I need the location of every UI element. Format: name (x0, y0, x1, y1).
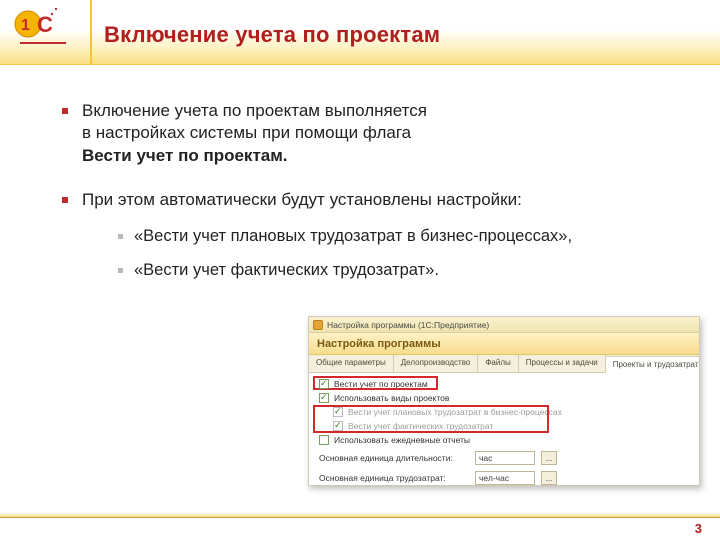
panel-heading: Настройка программы (309, 333, 699, 355)
svg-text:1: 1 (21, 17, 30, 34)
checkbox-label: Вести учет по проектам (334, 379, 428, 389)
field-label: Основная единица длительности: (319, 453, 469, 463)
checkbox-daily-reports[interactable]: Использовать ежедневные отчеты (319, 435, 691, 445)
checkbox-label: Использовать ежедневные отчеты (334, 435, 470, 445)
bullet-1-line-2: в настройках системы при помощи флага (82, 123, 411, 142)
app-icon (313, 320, 323, 330)
field-labor-unit: Основная единица трудозатрат: чел-час ..… (319, 471, 691, 485)
settings-panel: Вести учет по проектам Использовать виды… (309, 373, 699, 486)
labor-picker-button[interactable]: ... (541, 471, 557, 485)
window-titlebar: Настройка программы (1С:Предприятие) (309, 317, 699, 333)
tab-files[interactable]: Файлы (478, 355, 518, 372)
header-rule (0, 64, 720, 65)
tab-processes[interactable]: Процессы и задачи (519, 355, 606, 372)
checkbox-icon (319, 435, 329, 445)
subbullet-2: «Вести учет фактических трудозатрат». (82, 260, 690, 282)
tab-general[interactable]: Общие параметры (309, 355, 394, 372)
checkbox-track-projects[interactable]: Вести учет по проектам (319, 379, 691, 389)
logo-1c: 1 C (14, 6, 74, 56)
duration-picker-button[interactable]: ... (541, 451, 557, 465)
tab-projects[interactable]: Проекты и трудозатраты (606, 356, 700, 373)
slide: 1 C Включение учета по проектам Включени… (0, 0, 720, 540)
settings-screenshot: Настройка программы (1С:Предприятие) Нас… (308, 316, 700, 486)
checkbox-label: Вести учет плановых трудозатрат в бизнес… (348, 407, 562, 417)
checkbox-icon (333, 421, 343, 431)
slide-body: Включение учета по проектам выполняется … (54, 100, 690, 303)
checkbox-project-types[interactable]: Использовать виды проектов (319, 393, 691, 403)
bullet-1-bold: Вести учет по проектам. (82, 146, 288, 165)
page-number: 3 (695, 521, 702, 536)
checkbox-label: Использовать виды проектов (334, 393, 449, 403)
checkbox-planned-labor[interactable]: Вести учет плановых трудозатрат в бизнес… (333, 407, 691, 417)
checkbox-label: Вести учет фактических трудозатрат (348, 421, 493, 431)
checkbox-icon (319, 379, 329, 389)
slide-title: Включение учета по проектам (104, 22, 440, 48)
field-label: Основная единица трудозатрат: (319, 473, 469, 483)
svg-text:C: C (37, 12, 53, 37)
footer-band (0, 512, 720, 518)
bullet-1: Включение учета по проектам выполняется … (54, 100, 690, 167)
checkbox-icon (333, 407, 343, 417)
duration-input[interactable]: час (475, 451, 535, 465)
bullet-2: При этом автоматически будут установлены… (54, 189, 690, 281)
checkbox-actual-labor[interactable]: Вести учет фактических трудозатрат (333, 421, 691, 431)
subbullet-1: «Вести учет плановых трудозатрат в бизне… (82, 226, 690, 248)
checkbox-icon (319, 393, 329, 403)
header-divider (90, 0, 92, 64)
labor-input[interactable]: чел-час (475, 471, 535, 485)
bullet-1-line-1: Включение учета по проектам выполняется (82, 101, 427, 120)
tab-bar: Общие параметры Делопроизводство Файлы П… (309, 355, 699, 373)
window-title: Настройка программы (1С:Предприятие) (327, 320, 489, 330)
bullet-2-line-1: При этом автоматически будут установлены… (82, 190, 522, 209)
field-duration-unit: Основная единица длительности: час ... (319, 451, 691, 465)
tab-docflow[interactable]: Делопроизводство (394, 355, 479, 372)
